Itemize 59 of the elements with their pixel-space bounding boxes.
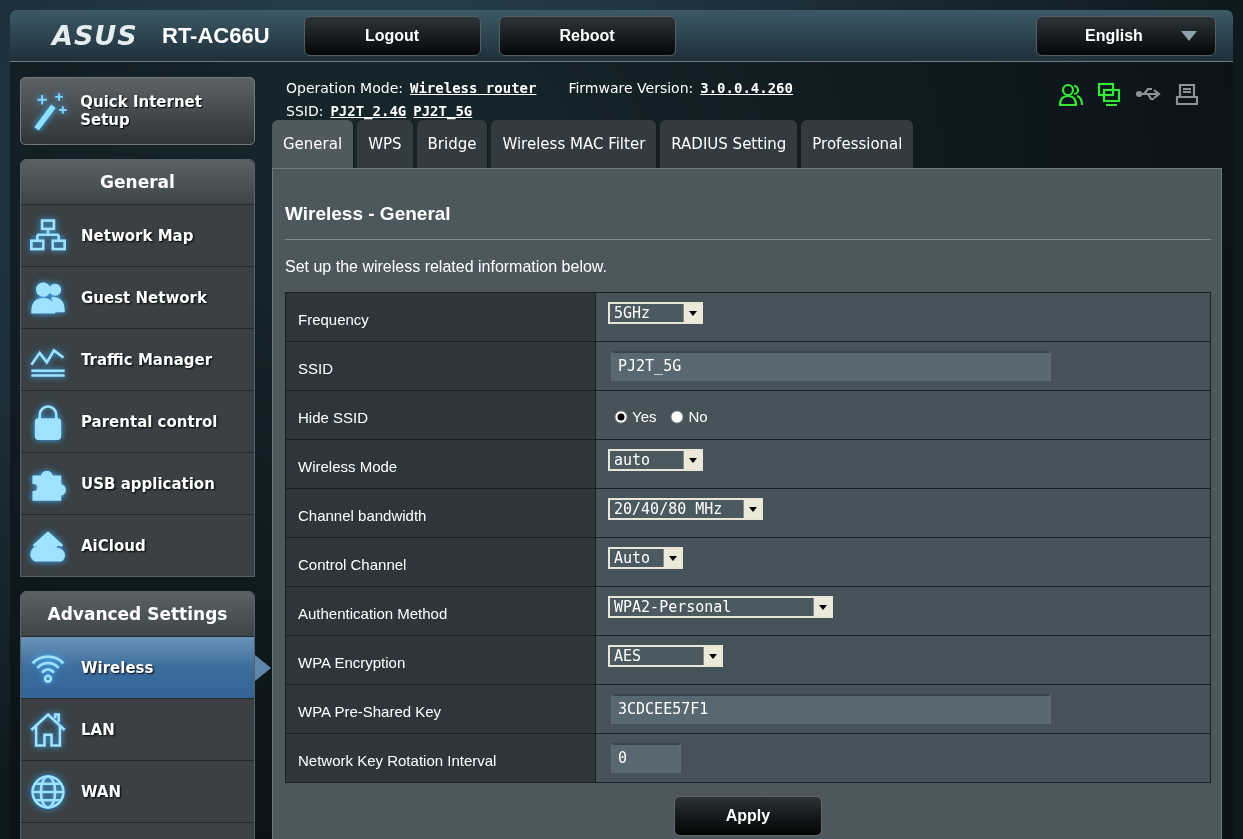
caret-icon (813, 598, 832, 616)
tab[interactable]: Wireless MAC Filter (491, 120, 658, 168)
ssid-link[interactable]: PJ2T_2.4G (330, 102, 407, 119)
dropdown[interactable]: 5GHz (608, 302, 703, 324)
radio-button[interactable] (670, 409, 685, 424)
dropdown[interactable]: WPA2-Personal (608, 596, 833, 618)
apply-button[interactable]: Apply (674, 796, 822, 836)
caret-icon (743, 500, 762, 518)
logout-button[interactable]: Reboot (498, 15, 676, 56)
tab[interactable]: Bridge (416, 120, 489, 168)
caret-icon (683, 304, 702, 322)
caret-icon (663, 549, 682, 567)
field-label: Channel bandwidth (285, 488, 596, 538)
info-label: SSID: (286, 102, 324, 119)
dropdown[interactable]: 20/40/80 MHz (608, 498, 763, 520)
dropdown[interactable]: auto (608, 449, 703, 471)
input-field[interactable]: PJ2T_5G (611, 351, 1051, 381)
radio-label: No (688, 408, 708, 426)
input-field[interactable]: 3CDCEE57F1 (611, 694, 1051, 724)
info-label: Operation Mode: (286, 79, 403, 96)
logout-button[interactable]: Logout (303, 15, 481, 56)
tab[interactable]: RADIUS Setting (660, 120, 799, 168)
field-label: Hide SSID (285, 390, 596, 440)
firmware-link[interactable]: 3.0.0.4.260 (700, 79, 793, 96)
tab[interactable]: Professional (801, 120, 915, 168)
caret-icon (683, 451, 702, 469)
input-field[interactable]: 0 (611, 743, 681, 773)
menu-heading: General (21, 160, 254, 204)
printer-icon[interactable] (1175, 82, 1200, 107)
language-dropdown[interactable]: English (1036, 15, 1216, 56)
model-name: RT-AC66U (162, 22, 270, 49)
info-label: Firmware Version: (568, 79, 694, 96)
radio-button[interactable] (614, 409, 628, 424)
field-label: SSID (285, 341, 596, 391)
logo: ASUS (52, 20, 139, 51)
field-label: Authentication Method (285, 586, 596, 636)
globe-icon (29, 772, 67, 811)
field-label: Wireless Mode (285, 439, 596, 489)
tab[interactable]: WPS (357, 120, 414, 168)
ssid-link[interactable]: PJ2T_5G (413, 102, 473, 119)
menu-heading: Advanced Settings (21, 592, 254, 636)
field-label: WPA Pre-Shared Key (285, 684, 596, 734)
caret-icon (1180, 30, 1197, 41)
field-label: Control Channel (285, 537, 596, 587)
radio-label: Yes (632, 408, 657, 426)
field-label: Network Key Rotation Interval (285, 733, 596, 783)
dropdown[interactable]: AES (608, 645, 723, 667)
mode-link[interactable]: Wireless router (410, 79, 537, 96)
monitor-icon[interactable] (1097, 82, 1122, 107)
description: Set up the wireless related information below. (285, 258, 608, 276)
panel-title: Wireless - General (285, 203, 1211, 240)
people-icon[interactable] (1058, 82, 1083, 107)
caret-icon (703, 647, 722, 665)
house-icon (29, 710, 67, 749)
dropdown[interactable]: Auto (608, 547, 683, 569)
field-label: Frequency (285, 292, 596, 342)
quick-setup-button[interactable]: Quick Internet Setup (20, 77, 255, 145)
field-label: WPA Encryption (285, 635, 596, 685)
tab[interactable]: General (272, 120, 355, 168)
